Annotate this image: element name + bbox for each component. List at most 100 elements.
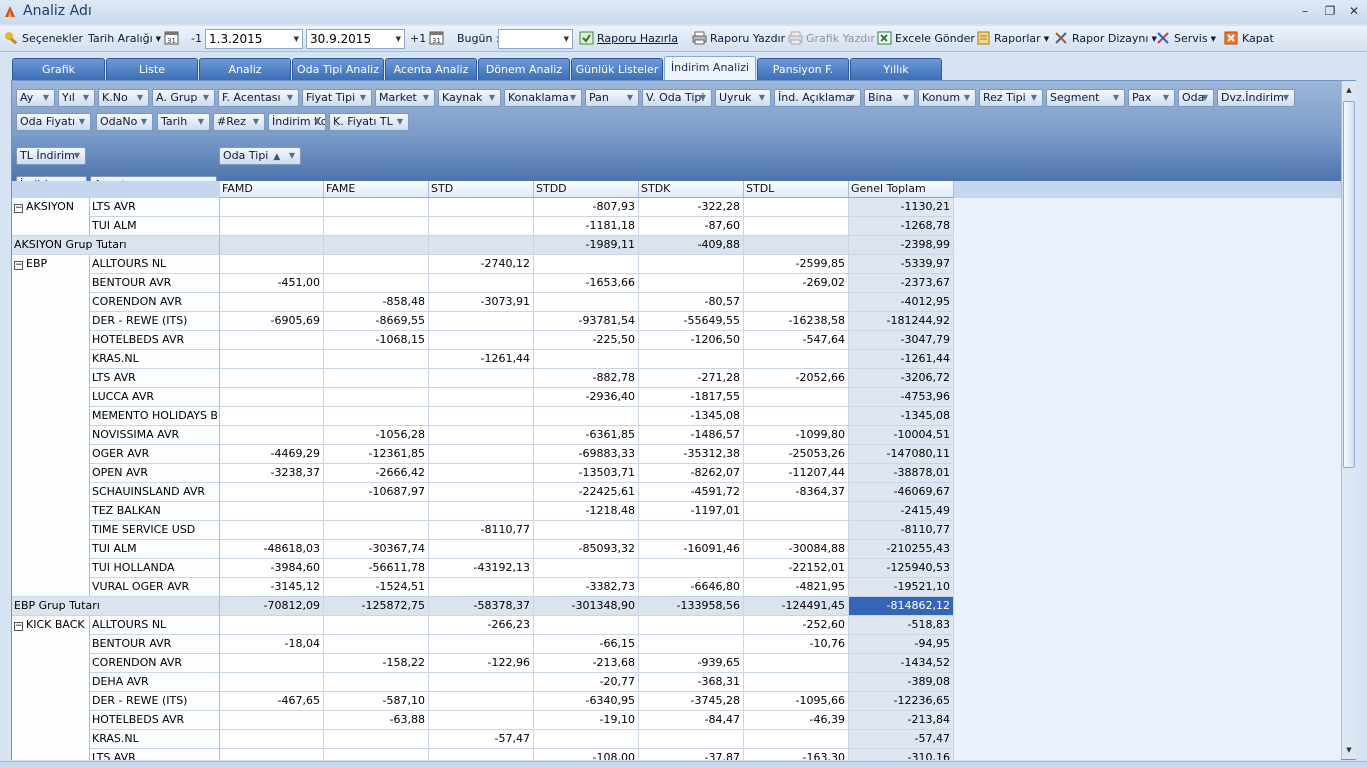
value-cell[interactable]: -57,47: [429, 730, 534, 749]
value-cell[interactable]: [220, 483, 324, 502]
grand-total-cell[interactable]: -2373,67: [849, 274, 954, 293]
grand-total-cell[interactable]: -518,83: [849, 616, 954, 635]
filter-field-k-fiyat-tl[interactable]: K. Fiyatı TL ▼: [329, 113, 409, 131]
calendar-button[interactable]: 31: [164, 30, 182, 48]
filter-field-pan[interactable]: Pan ▼: [585, 89, 639, 107]
value-cell[interactable]: -16238,58: [744, 312, 849, 331]
chevron-down-icon[interactable]: ▼: [286, 149, 298, 163]
value-cell[interactable]: -55649,55: [639, 312, 744, 331]
value-cell[interactable]: -1989,11: [534, 236, 639, 255]
value-cell[interactable]: -85093,32: [534, 540, 639, 559]
value-cell[interactable]: -1181,18: [534, 217, 639, 236]
report-design-dropdown[interactable]: Rapor Dizaynı ▼: [1054, 30, 1157, 48]
chevron-down-icon[interactable]: ▼: [697, 91, 709, 105]
value-cell[interactable]: [429, 217, 534, 236]
value-cell[interactable]: -3382,73: [534, 578, 639, 597]
value-cell[interactable]: [324, 635, 429, 654]
value-cell[interactable]: -43192,13: [429, 559, 534, 578]
value-cell[interactable]: [429, 426, 534, 445]
value-cell[interactable]: [324, 350, 429, 369]
grand-total-cell[interactable]: -1268,78: [849, 217, 954, 236]
value-cell[interactable]: -84,47: [639, 711, 744, 730]
chevron-down-icon[interactable]: ▼: [624, 91, 636, 105]
chevron-down-icon[interactable]: ▼: [420, 91, 432, 105]
value-cell[interactable]: -8110,77: [429, 521, 534, 540]
value-cell[interactable]: -1261,44: [429, 350, 534, 369]
value-cell[interactable]: [220, 255, 324, 274]
value-cell[interactable]: [429, 711, 534, 730]
close-window-button[interactable]: ✕: [1344, 3, 1364, 19]
value-cell[interactable]: [324, 616, 429, 635]
service-dropdown[interactable]: Servis ▼: [1156, 30, 1216, 48]
value-cell[interactable]: -301348,90: [534, 597, 639, 616]
tab-grafik[interactable]: Grafik: [12, 58, 105, 80]
tab-liste[interactable]: Liste: [106, 58, 198, 80]
value-cell[interactable]: [639, 274, 744, 293]
value-cell[interactable]: -8364,37: [744, 483, 849, 502]
value-cell[interactable]: -252,60: [744, 616, 849, 635]
grand-total-cell[interactable]: -3206,72: [849, 369, 954, 388]
value-cell[interactable]: -2052,66: [744, 369, 849, 388]
end-date-input[interactable]: 30.9.2015 ▼: [306, 29, 405, 49]
value-cell[interactable]: [429, 673, 534, 692]
value-cell[interactable]: -3073,91: [429, 293, 534, 312]
value-cell[interactable]: -87,60: [639, 217, 744, 236]
tab-g-nl-k-listeler[interactable]: Günlük Listeler: [571, 58, 663, 80]
filter-field-y-l[interactable]: Yıl ▼: [58, 89, 95, 107]
grand-total-cell[interactable]: -181244,92: [849, 312, 954, 331]
chevron-down-icon[interactable]: ▼: [284, 91, 296, 105]
collapse-icon[interactable]: −: [14, 622, 23, 631]
value-cell[interactable]: [429, 388, 534, 407]
value-cell[interactable]: [324, 217, 429, 236]
value-cell[interactable]: [220, 654, 324, 673]
data-field-tl-indirim[interactable]: TL İndirim ▼: [16, 147, 86, 165]
value-cell[interactable]: [429, 236, 534, 255]
value-cell[interactable]: -4821,95: [744, 578, 849, 597]
value-cell[interactable]: -4591,72: [639, 483, 744, 502]
value-cell[interactable]: -2740,12: [429, 255, 534, 274]
value-cell[interactable]: [744, 388, 849, 407]
grand-total-cell[interactable]: -8110,77: [849, 521, 954, 540]
value-cell[interactable]: -6646,80: [639, 578, 744, 597]
chevron-down-icon[interactable]: ▼: [961, 91, 973, 105]
value-cell[interactable]: -587,10: [324, 692, 429, 711]
filter-field-tarih[interactable]: Tarih ▼: [157, 113, 210, 131]
close-app-button[interactable]: Kapat: [1224, 30, 1274, 48]
value-cell[interactable]: -124491,45: [744, 597, 849, 616]
value-cell[interactable]: -2666,42: [324, 464, 429, 483]
value-cell[interactable]: -56611,78: [324, 559, 429, 578]
value-cell[interactable]: -163,30: [744, 749, 849, 760]
value-cell[interactable]: [324, 198, 429, 217]
print-report-button[interactable]: Raporu Yazdır: [692, 30, 785, 48]
send-excel-button[interactable]: Excele Gönder: [877, 30, 975, 48]
filter-field-uyruk[interactable]: Uyruk ▼: [715, 89, 771, 107]
column-header-fame[interactable]: FAME: [324, 181, 429, 198]
value-cell[interactable]: [744, 521, 849, 540]
grand-total-cell[interactable]: -389,08: [849, 673, 954, 692]
column-header-genel-toplam[interactable]: Genel Toplam: [849, 181, 954, 198]
value-cell[interactable]: -30367,74: [324, 540, 429, 559]
grand-total-cell[interactable]: -1130,21: [849, 198, 954, 217]
value-cell[interactable]: [429, 407, 534, 426]
value-cell[interactable]: [429, 749, 534, 760]
value-cell[interactable]: [744, 236, 849, 255]
filter-field-ay[interactable]: Ay ▼: [16, 89, 55, 107]
value-cell[interactable]: -35312,38: [639, 445, 744, 464]
filter-field-f-acentas[interactable]: F. Acentası ▼: [218, 89, 299, 107]
grand-total-cell[interactable]: -46069,67: [849, 483, 954, 502]
value-cell[interactable]: -108,00: [534, 749, 639, 760]
chevron-down-icon[interactable]: ▼: [1199, 91, 1211, 105]
value-cell[interactable]: [429, 198, 534, 217]
value-cell[interactable]: [429, 312, 534, 331]
grand-total-cell[interactable]: -814862,12: [849, 597, 954, 616]
value-cell[interactable]: [324, 388, 429, 407]
group-cell[interactable]: − KICK BACK: [12, 616, 90, 760]
start-date-input[interactable]: 1.3.2015 ▼: [205, 29, 303, 49]
value-cell[interactable]: [429, 635, 534, 654]
value-cell[interactable]: [429, 540, 534, 559]
value-cell[interactable]: [220, 217, 324, 236]
value-cell[interactable]: [324, 521, 429, 540]
value-cell[interactable]: [744, 673, 849, 692]
value-cell[interactable]: -3745,28: [639, 692, 744, 711]
tab-analiz[interactable]: Analiz: [199, 58, 291, 80]
